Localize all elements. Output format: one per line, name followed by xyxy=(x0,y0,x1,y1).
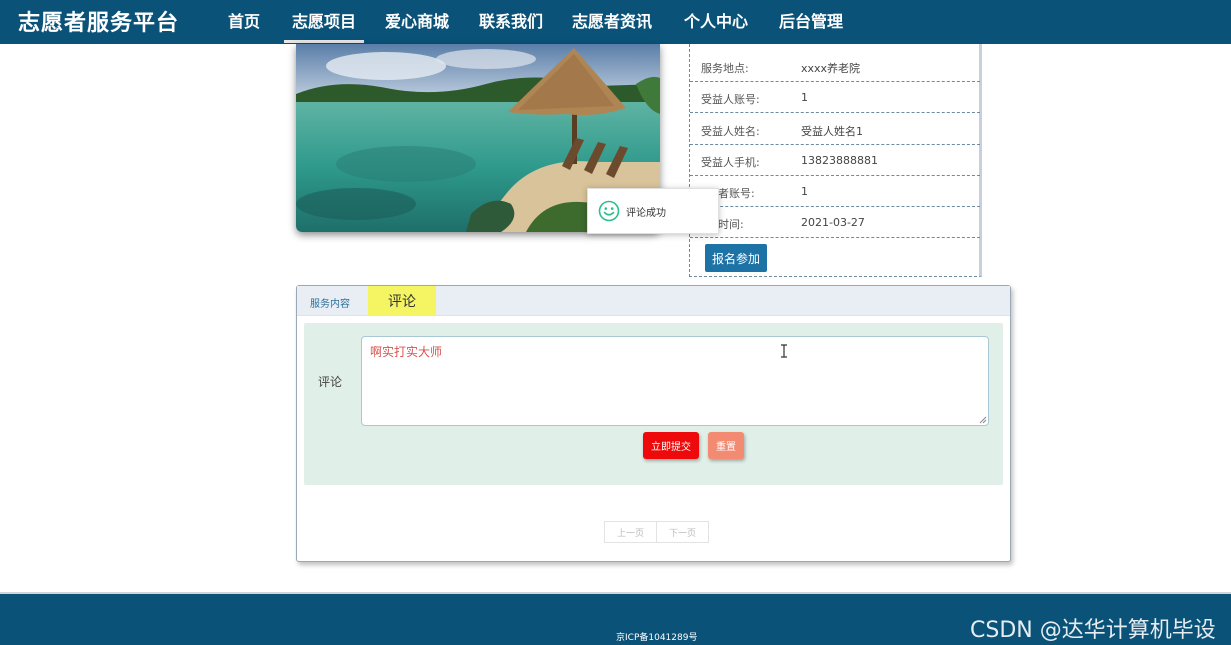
nav-charity-shop[interactable]: 爱心商城 xyxy=(385,8,449,32)
reset-button[interactable]: 重置 xyxy=(708,432,744,459)
tab-bar: 服务内容 评论 xyxy=(297,286,1010,316)
tab-comment[interactable]: 评论 xyxy=(368,286,436,316)
nav-projects[interactable]: 志愿项目 xyxy=(283,8,365,43)
detail-label: 时间: xyxy=(718,218,744,231)
detail-row-time: 时间: 2021-03-27 xyxy=(690,207,980,238)
pagination: 上一页 下一页 xyxy=(604,521,710,543)
detail-value: xxxx养老院 xyxy=(801,62,861,75)
detail-value: 13823888881 xyxy=(801,154,878,167)
watermark: CSDN @达华计算机毕设 xyxy=(970,618,1216,643)
smile-icon xyxy=(598,200,620,222)
nav-admin[interactable]: 后台管理 xyxy=(779,8,843,32)
toast-message: 评论成功 xyxy=(626,207,666,219)
resize-grip-icon[interactable] xyxy=(979,416,987,424)
detail-value: 1 xyxy=(801,91,808,104)
detail-label: 受益人手机: xyxy=(701,156,760,169)
detail-row-account: 者账号: 1 xyxy=(690,176,980,207)
comment-textarea[interactable]: 啊实打实大师 xyxy=(361,336,989,426)
site-brand[interactable]: 志愿者服务平台 xyxy=(18,5,179,37)
detail-label: 者账号: xyxy=(718,187,755,200)
detail-row-beneficiary-name: 受益人姓名: 受益人姓名1 xyxy=(690,114,980,145)
nav-contact[interactable]: 联系我们 xyxy=(479,8,543,32)
comment-label: 评论 xyxy=(318,375,343,389)
detail-label: 受益人账号: xyxy=(701,93,760,106)
content-tabs-card: 服务内容 评论 评论 啊实打实大师 立即提交 重置 上一页 下一页 xyxy=(296,285,1011,562)
tab-service-content[interactable]: 服务内容 xyxy=(310,295,350,310)
success-toast: 评论成功 xyxy=(587,188,719,234)
detail-label: 受益人姓名: xyxy=(701,125,760,138)
submit-button[interactable]: 立即提交 xyxy=(643,432,699,459)
signup-button[interactable]: 报名参加 xyxy=(705,244,767,272)
nav-volunteer-news[interactable]: 志愿者资讯 xyxy=(572,8,652,32)
detail-value: 2021-03-27 xyxy=(801,216,865,229)
detail-label: 服务地点: xyxy=(701,62,749,75)
detail-value: 受益人姓名1 xyxy=(801,125,863,138)
project-details-panel: 服务地点: xxxx养老院 受益人账号: 1 受益人姓名: 受益人姓名1 受益人… xyxy=(689,44,982,277)
top-navbar: 志愿者服务平台 首页 志愿项目 爱心商城 联系我们 志愿者资讯 个人中心 后台管… xyxy=(0,0,1231,44)
next-page-button[interactable]: 下一页 xyxy=(657,521,710,543)
text-cursor-icon xyxy=(781,344,787,358)
detail-row-beneficiary-account: 受益人账号: 1 xyxy=(690,82,980,113)
detail-value: 1 xyxy=(801,185,808,198)
icp-license: 京ICP备1041289号 xyxy=(616,633,698,643)
prev-page-button[interactable]: 上一页 xyxy=(604,521,658,543)
comment-form: 评论 啊实打实大师 立即提交 重置 xyxy=(304,323,1003,485)
nav-home[interactable]: 首页 xyxy=(228,8,260,32)
detail-row-beneficiary-phone: 受益人手机: 13823888881 xyxy=(690,145,980,176)
detail-row-location: 服务地点: xxxx养老院 xyxy=(690,51,980,82)
footer: 京ICP备1041289号 CSDN @达华计算机毕设 xyxy=(0,592,1231,645)
nav-personal-center[interactable]: 个人中心 xyxy=(684,8,748,32)
